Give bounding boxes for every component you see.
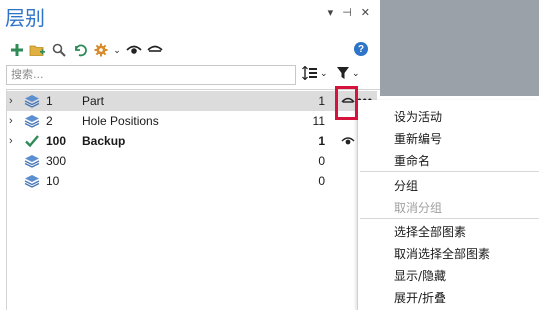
entity-count: 1 bbox=[318, 134, 325, 148]
expand-icon[interactable]: › bbox=[9, 135, 17, 147]
table-row[interactable]: › 2 Hole Positions 11 bbox=[7, 111, 377, 131]
chevron-down-icon[interactable]: ⌄ bbox=[113, 42, 121, 59]
close-icon[interactable]: ✕ bbox=[361, 6, 370, 20]
window-buttons: ▾ ⊣ ✕ bbox=[328, 6, 370, 20]
layers-icon bbox=[24, 115, 40, 128]
menu-item-rename[interactable]: 重命名 bbox=[394, 152, 430, 169]
entity-count: 1 bbox=[318, 94, 325, 108]
layer-number: 10 bbox=[46, 174, 60, 188]
table-row[interactable]: 10 0 bbox=[7, 171, 377, 191]
eye-closed-icon[interactable] bbox=[146, 42, 163, 59]
check-icon bbox=[25, 135, 39, 148]
layer-number: 1 bbox=[46, 94, 53, 108]
table-row[interactable]: › 1 Part 1 ••• bbox=[7, 91, 377, 111]
sort-icon bbox=[302, 66, 317, 80]
add-folder-icon[interactable] bbox=[29, 42, 46, 59]
layer-number: 300 bbox=[46, 154, 67, 168]
help-icon[interactable]: ? bbox=[354, 42, 368, 56]
viewport-background bbox=[380, 0, 539, 96]
expand-icon[interactable]: › bbox=[9, 95, 17, 107]
layers-icon bbox=[24, 175, 40, 188]
chevron-down-icon[interactable]: ▾ bbox=[328, 6, 334, 20]
layer-number: 100 bbox=[46, 134, 67, 148]
eye-icon[interactable] bbox=[341, 136, 355, 146]
undo-icon[interactable] bbox=[71, 42, 88, 59]
menu-item-set-active[interactable]: 设为活动 bbox=[394, 108, 442, 125]
chevron-down-icon: ⌄ bbox=[320, 67, 328, 78]
eye-icon[interactable] bbox=[125, 42, 142, 59]
menu-item-renumber[interactable]: 重新编号 bbox=[394, 130, 442, 147]
menu-item-select-all-entities[interactable]: 选择全部图素 bbox=[394, 223, 466, 240]
menu-separator bbox=[360, 171, 539, 172]
chevron-down-icon: ⌄ bbox=[352, 67, 360, 78]
menu-item-ungroup: 取消分组 bbox=[394, 201, 443, 215]
layers-panel: 层别 ▾ ⊣ ✕ ⌄ ? 搜索... ⌄ ⌄ › 1 Part 1 › 2 Ho… bbox=[0, 0, 380, 310]
menu-item-expand-collapse[interactable]: 展开/折叠 bbox=[394, 289, 446, 306]
entity-count: 11 bbox=[312, 114, 325, 128]
layers-icon bbox=[24, 95, 40, 108]
add-layer-icon[interactable] bbox=[8, 42, 25, 59]
toolbar: ⌄ bbox=[8, 40, 163, 60]
filter-dropdown[interactable]: ⌄ bbox=[336, 66, 360, 80]
panel-title: 层别 bbox=[5, 6, 45, 30]
expand-icon[interactable]: › bbox=[9, 115, 17, 127]
menu-separator bbox=[360, 218, 539, 219]
sort-dropdown[interactable]: ⌄ bbox=[302, 66, 328, 80]
table-row[interactable]: 300 0 bbox=[7, 151, 377, 171]
menu-item-show-hide[interactable]: 显示/隐藏 bbox=[394, 267, 446, 284]
layers-icon bbox=[24, 155, 40, 168]
table-row[interactable]: › 100 Backup 1 bbox=[7, 131, 377, 151]
settings-icon[interactable] bbox=[92, 42, 109, 59]
entity-count: 0 bbox=[318, 174, 325, 188]
layer-number: 2 bbox=[46, 114, 53, 128]
highlight-box bbox=[335, 86, 358, 120]
layer-name: Backup bbox=[82, 134, 126, 148]
menu-item-group[interactable]: 分组 bbox=[394, 177, 418, 194]
layer-name: Hole Positions bbox=[82, 114, 159, 128]
filter-icon bbox=[337, 67, 349, 79]
menu-item-deselect-all-entities[interactable]: 取消选择全部图素 bbox=[394, 245, 490, 262]
layer-name: Part bbox=[82, 94, 105, 108]
search-input[interactable]: 搜索... bbox=[6, 65, 296, 85]
search-icon[interactable] bbox=[50, 42, 67, 59]
layer-tree: › 1 Part 1 ••• › 2 Hole Positions 11 › 1… bbox=[6, 89, 380, 310]
entity-count: 0 bbox=[318, 154, 325, 168]
pin-icon[interactable]: ⊣ bbox=[342, 6, 352, 20]
context-menu: 设为活动 重新编号 重命名 分组 取消分组 选择全部图素 取消选择全部图素 显示… bbox=[357, 100, 539, 310]
